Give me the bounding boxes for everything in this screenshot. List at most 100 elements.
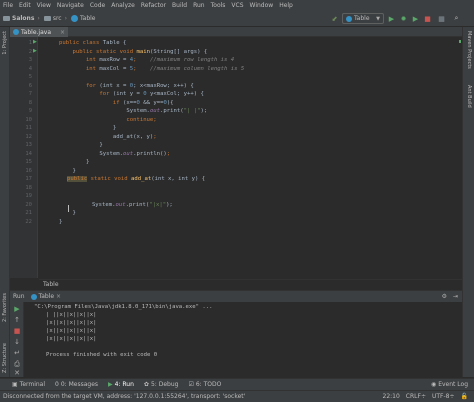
menu-code[interactable]: Code xyxy=(90,2,105,9)
code-editor[interactable]: public class Table { public static void … xyxy=(39,37,462,278)
line-number: 2 xyxy=(28,48,32,55)
tab-label: Table.java xyxy=(21,28,51,36)
tab-run[interactable]: ▶ 4: Run xyxy=(108,381,134,388)
caret-position[interactable]: 22:10 xyxy=(383,393,400,400)
line-separator[interactable]: CRLF÷ xyxy=(406,393,426,400)
coverage-icon[interactable]: ▶ xyxy=(411,14,420,23)
hide-icon[interactable]: ⇥ xyxy=(453,293,458,300)
ant-build-tool-button[interactable]: Ant Build xyxy=(466,85,472,108)
file-encoding[interactable]: UTF-8÷ xyxy=(432,393,455,400)
menu-file[interactable]: File xyxy=(3,2,13,9)
chevron-right-icon: › xyxy=(64,14,67,22)
code-token: "| |" xyxy=(183,108,201,114)
bottom-tool-tabs: ▣ Terminal 0 0: Messages ▶ 4: Run ✿ 5: Debug… xyxy=(0,378,474,390)
code-token: System. xyxy=(65,201,116,208)
tab-debug[interactable]: ✿ 5: Debug xyxy=(144,381,179,388)
rerun-icon[interactable]: ▶ xyxy=(13,305,21,313)
right-tool-strip: Maven Projects Ant Build xyxy=(462,27,474,377)
crumb-class-label: Table xyxy=(79,14,96,22)
search-icon[interactable]: ⌕ xyxy=(452,14,461,23)
menu-view[interactable]: View xyxy=(37,2,51,9)
run-gutter-icon[interactable]: ▶ xyxy=(33,48,37,54)
code-token: System. xyxy=(59,108,150,114)
code-token: ; x<maxRow; x++) { xyxy=(133,82,194,89)
lock-icon[interactable]: 🔓 xyxy=(461,393,468,400)
structure-tool-button[interactable]: Z: Structure xyxy=(2,343,8,373)
menu-edit[interactable]: Edit xyxy=(19,2,31,9)
console-line: |x||x||x||x||x| xyxy=(46,320,97,326)
menu-tools[interactable]: Tools xyxy=(211,2,226,9)
todo-icon: ☑ xyxy=(188,381,194,388)
tab-table-java[interactable]: Table.java × xyxy=(10,27,68,37)
arrow-back-icon[interactable]: ⬋ xyxy=(330,14,339,23)
line-number: 14 xyxy=(25,150,32,157)
line-number: 10 xyxy=(25,116,32,123)
line-number-gutter: 1 2 3 4 5 6 7 8 9 10 11 12 13 14 15 16 1… xyxy=(10,37,38,278)
close-icon[interactable]: × xyxy=(60,29,65,36)
arrow-down-icon[interactable]: ↓ xyxy=(13,338,21,346)
debug-icon[interactable]: ✹ xyxy=(399,14,408,23)
code-token: && y== xyxy=(139,99,164,106)
crumb-src[interactable]: src › xyxy=(43,14,67,22)
menu-help[interactable]: Help xyxy=(279,2,293,9)
code-line: continue; xyxy=(59,116,157,125)
menu-vcs[interactable]: VCS xyxy=(231,2,243,9)
menu-build[interactable]: Build xyxy=(172,2,187,9)
editor-tab-bar xyxy=(10,27,462,37)
menu-analyze[interactable]: Analyze xyxy=(111,2,135,9)
stop-icon[interactable]: ■ xyxy=(13,327,21,335)
menu-window[interactable]: Window xyxy=(250,2,274,9)
menu-navigate[interactable]: Navigate xyxy=(57,2,84,9)
run-toolbar: ▶ ↑ ■ ↓ ↵ ⎙ ✕ xyxy=(10,302,24,377)
stop-icon[interactable]: ■ xyxy=(423,14,432,23)
settings-icon[interactable]: ⚙ xyxy=(442,293,447,300)
console-line: Process finished with exit code 0 xyxy=(46,352,158,358)
tab-messages[interactable]: 0 0: Messages xyxy=(55,381,98,388)
class-icon xyxy=(346,15,352,22)
line-number: 18 xyxy=(25,184,32,191)
code-line: for (int y = 0 y<maxCol; y++) { xyxy=(59,90,203,99)
project-structure-icon[interactable]: ▦ xyxy=(437,14,446,23)
run-gutter-icon[interactable]: ▶ xyxy=(33,39,37,45)
code-token: .print( xyxy=(125,201,150,208)
tab-todo[interactable]: ☑ 6: TODO xyxy=(188,381,221,388)
close-icon[interactable]: × xyxy=(56,293,61,300)
code-token: ; xyxy=(153,116,157,123)
trash-icon[interactable]: ✕ xyxy=(13,369,21,377)
event-log-icon: ◉ xyxy=(430,381,437,388)
wrap-icon[interactable]: ↵ xyxy=(13,349,21,357)
code-token: //maximum row length is 4 xyxy=(149,57,235,63)
menu-refactor[interactable]: Refactor xyxy=(141,2,166,9)
chevron-right-icon: › xyxy=(37,14,40,22)
arrow-up-icon[interactable]: ↑ xyxy=(13,316,21,324)
project-tool-button[interactable]: 1: Project xyxy=(2,31,8,55)
code-token: out xyxy=(123,150,134,157)
menu-run[interactable]: Run xyxy=(193,2,205,9)
terminal-icon: ▣ xyxy=(12,381,18,388)
code-token: ); xyxy=(200,108,208,114)
event-log-button[interactable]: ◉ Event Log xyxy=(431,381,468,388)
line-number: 17 xyxy=(25,176,32,182)
crumb-class[interactable]: Table xyxy=(70,14,96,22)
run-config-select[interactable]: Table ▼ xyxy=(342,13,384,24)
line-number: 4 xyxy=(28,65,32,72)
code-line: System.out.print("|x|"); xyxy=(65,201,173,210)
run-config-tab[interactable]: Table xyxy=(39,293,55,300)
favorites-tool-button[interactable]: 2: Favorites xyxy=(2,293,8,322)
editor-breadcrumb[interactable]: Table xyxy=(39,279,462,289)
tab-terminal[interactable]: ▣ Terminal xyxy=(12,381,45,388)
code-token: Table { xyxy=(102,40,127,46)
console-line: "C:\Program Files\Java\jdk1.8.0_171\bin\… xyxy=(34,304,213,310)
code-token: add_at(x, y) xyxy=(59,133,154,140)
maven-projects-tool-button[interactable]: Maven Projects xyxy=(466,31,472,69)
print-icon[interactable]: ⎙ xyxy=(13,360,21,368)
run-icon[interactable]: ▶ xyxy=(387,14,396,23)
console-line: |x||x||x||x||x| xyxy=(46,336,97,342)
code-line: public static void add_at(int x, int y) … xyxy=(67,175,205,184)
line-number: 11 xyxy=(25,125,32,131)
menu-bar: File Edit View Navigate Code Analyze Ref… xyxy=(0,0,474,10)
crumb-project[interactable]: Salons › xyxy=(3,15,40,22)
run-panel-title: Run xyxy=(13,293,25,300)
code-token: out xyxy=(115,201,126,208)
code-token: add_at xyxy=(131,176,152,182)
